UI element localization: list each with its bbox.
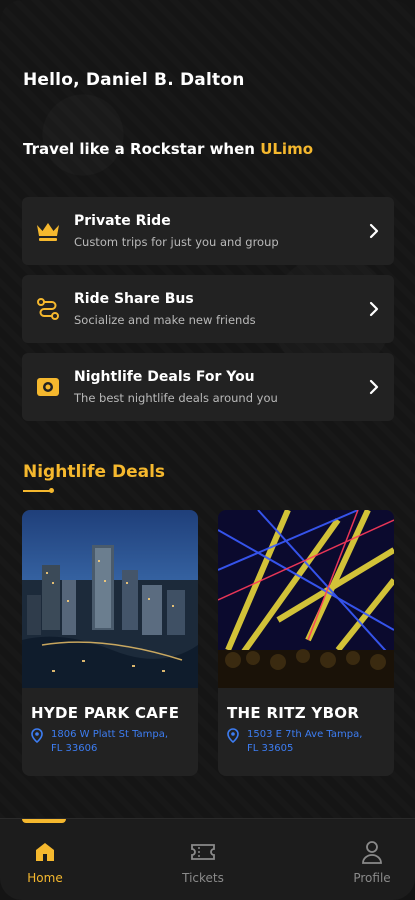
tagline: Travel like a Rockstar when ULimo <box>23 140 313 158</box>
chevron-right-icon <box>354 301 394 317</box>
menu-title: Ride Share Bus <box>74 291 194 307</box>
deal-address: 1503 E 7th Ave Tampa, FL 33605 <box>227 728 375 756</box>
chevron-right-icon <box>354 379 394 395</box>
deal-address: 1806 W Platt St Tampa, FL 33606 <box>31 728 179 756</box>
home-screen: Hello, Daniel B. Dalton Travel like a Ro… <box>0 0 415 900</box>
ticket-icon <box>22 376 74 398</box>
location-pin-icon <box>31 728 43 756</box>
city-skyline-image <box>22 510 198 688</box>
profile-icon <box>361 839 383 865</box>
ticket-icon <box>190 839 216 865</box>
nav-tickets[interactable]: Tickets <box>158 819 248 900</box>
bottom-navigation: Home Tickets Profile <box>0 818 415 900</box>
nightlife-deals-card[interactable]: Nightlife Deals For You The best nightli… <box>22 353 394 421</box>
menu-title: Nightlife Deals For You <box>74 369 255 385</box>
menu-subtitle: Custom trips for just you and group <box>74 235 279 249</box>
nav-profile[interactable]: Profile <box>327 819 415 900</box>
tagline-prefix: Travel like a Rockstar when <box>23 140 261 158</box>
section-underline <box>23 488 54 493</box>
deal-name: THE RITZ YBOR <box>227 704 360 722</box>
nav-label: Tickets <box>182 871 224 885</box>
location-pin-icon <box>227 728 239 756</box>
nav-label: Home <box>27 871 63 885</box>
deal-card-ritz-ybor[interactable]: THE RITZ YBOR 1503 E 7th Ave Tampa, FL 3… <box>218 510 394 776</box>
menu-title: Private Ride <box>74 213 171 229</box>
ride-share-bus-card[interactable]: Ride Share Bus Socialize and make new fr… <box>22 275 394 343</box>
nav-home[interactable]: Home <box>0 819 90 900</box>
home-icon <box>33 839 57 865</box>
deal-card-hyde-park[interactable]: HYDE PARK CAFE 1806 W Platt St Tampa, FL… <box>22 510 198 776</box>
nav-label: Profile <box>353 871 391 885</box>
route-icon <box>22 297 74 321</box>
menu-subtitle: The best nightlife deals around you <box>74 391 278 405</box>
greeting-text: Hello, Daniel B. Dalton <box>23 70 245 90</box>
private-ride-card[interactable]: Private Ride Custom trips for just you a… <box>22 197 394 265</box>
crown-icon <box>22 220 74 242</box>
concert-lights-image <box>218 510 394 688</box>
section-title: Nightlife Deals <box>23 462 166 482</box>
address-text: 1806 W Platt St Tampa, FL 33606 <box>51 729 169 754</box>
menu-subtitle: Socialize and make new friends <box>74 313 256 327</box>
deal-name: HYDE PARK CAFE <box>31 704 180 722</box>
brand-name: ULimo <box>260 140 314 158</box>
chevron-right-icon <box>354 223 394 239</box>
address-text: 1503 E 7th Ave Tampa, FL 33605 <box>247 729 363 754</box>
